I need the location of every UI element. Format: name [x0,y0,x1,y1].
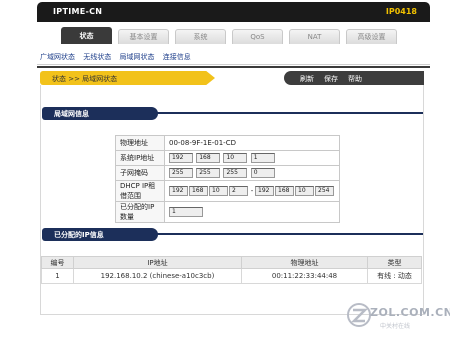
tab-advanced[interactable]: 高级设置 [346,29,397,44]
table-row: 1 192.168.10.2 (chinese-a10c3cb) 00:11:2… [41,268,422,284]
main-tabs: 状态 基本设置 系统 QoS NAT 高级设置 [37,22,430,68]
dhcp-start-octet-3[interactable]: 10 [209,186,228,196]
top-bar: IPTIME-CN IP0418 [37,2,430,22]
table-row: 子网掩码 255 255 255 0 [115,165,340,181]
help-button[interactable]: 帮助 [348,74,362,84]
assigned-ip-header-line [155,233,423,235]
tab-status[interactable]: 状态 [61,27,112,44]
breadcrumb-text: 状态 >> 局域网状态 [52,75,118,83]
col-header-mac: 物理地址 [241,256,368,269]
subnav-connection-info[interactable]: 连接信息 [163,52,191,62]
mask-octet-1[interactable]: 255 [169,168,193,178]
ip-octet-3[interactable]: 10 [223,153,248,163]
subnav-divider [37,64,430,65]
subnav-wan-status[interactable]: 广域网状态 [40,52,75,62]
dhcp-end-octet-3[interactable]: 10 [295,186,314,196]
table-row: DHCP IP租借范围 192 168 10 2-192 168 10 254 [115,180,340,202]
mask-label: 子网掩码 [115,165,165,181]
client-mac: 00:11:22:33:44:48 [241,268,368,284]
assigned-count-label: 已分配的IP数量 [115,201,165,223]
dhcp-range-fields: 192 168 10 2-192 168 10 254 [164,180,340,202]
client-number: 1 [41,268,74,284]
zol-logo-icon [347,303,371,327]
dhcp-range-label: DHCP IP租借范围 [115,180,165,202]
ip-octet-2[interactable]: 168 [196,153,221,163]
action-bar: 刷新 保存 帮助 [284,71,424,85]
watermark-subtext: 中关村在线 [380,323,411,330]
mac-value: 00-08-9F-1E-01-CD [164,135,340,151]
dhcp-end-octet-2[interactable]: 168 [275,186,294,196]
mac-label: 物理地址 [115,135,165,151]
mask-octet-4[interactable]: 0 [250,168,275,178]
watermark-text: ZOL.COM.CN [370,306,450,319]
dhcp-start-octet-1[interactable]: 192 [169,186,188,196]
tab-qos[interactable]: QoS [232,29,283,44]
dhcp-end-octet-4[interactable]: 254 [315,186,334,196]
dhcp-end-octet-1[interactable]: 192 [255,186,274,196]
subnav-wireless-status[interactable]: 无线状态 [83,52,111,62]
ip-label: 系统IP地址 [115,150,165,166]
assigned-count-cell: 1 [164,201,340,223]
tab-nat[interactable]: NAT [289,29,340,44]
ip-octet-1[interactable]: 192 [169,153,193,163]
col-header-number: 编号 [41,256,74,269]
lan-info-header-line [155,112,423,114]
ip-octet-4[interactable]: 1 [250,153,275,163]
table-row: 已分配的IP数量 1 [115,201,340,223]
save-button[interactable]: 保存 [324,74,338,84]
breadcrumb: 状态 >> 局域网状态 [40,71,215,85]
dhcp-start-octet-4[interactable]: 2 [229,186,248,196]
client-type: 有线 : 动态 [367,268,422,284]
assigned-ip-header: 已分配的IP信息 [42,228,150,241]
mask-octet-2[interactable]: 255 [196,168,221,178]
router-admin-window: IPTIME-CN IP0418 状态 基本设置 系统 QoS NAT 高级设置… [37,2,430,318]
model-number: IP0418 [385,7,417,16]
col-header-type: 类型 [367,256,422,269]
lan-info-table: 物理地址 00-08-9F-1E-01-CD 系统IP地址 192 168 10… [115,135,340,223]
brand-name: IPTIME-CN [53,7,103,16]
mask-fields: 255 255 255 0 [164,165,340,181]
assigned-count-value: 1 [169,207,203,217]
table-row: 物理地址 00-08-9F-1E-01-CD [115,135,340,151]
table-header-row: 编号 IP地址 物理地址 类型 [41,256,422,269]
subnav-lan-status[interactable]: 局域网状态 [119,52,154,62]
lan-info-header: 局域网信息 [42,107,150,120]
assigned-ip-table: 编号 IP地址 物理地址 类型 1 192.168.10.2 (chinese-… [41,256,422,284]
tab-underline [37,66,430,68]
tab-basic-settings[interactable]: 基本设置 [118,29,169,44]
watermark: ZOL.COM.CN 中关村在线 [340,302,450,337]
col-header-ip: IP地址 [73,256,242,269]
client-ip: 192.168.10.2 (chinese-a10c3cb) [73,268,242,284]
refresh-button[interactable]: 刷新 [300,74,314,84]
table-row: 系统IP地址 192 168 10 1 [115,150,340,166]
sub-navigation: 广域网状态 无线状态 局域网状态 连接信息 [40,52,197,64]
ip-fields: 192 168 10 1 [164,150,340,166]
mask-octet-3[interactable]: 255 [223,168,248,178]
dhcp-start-octet-2[interactable]: 168 [189,186,208,196]
tab-system[interactable]: 系统 [175,29,226,44]
